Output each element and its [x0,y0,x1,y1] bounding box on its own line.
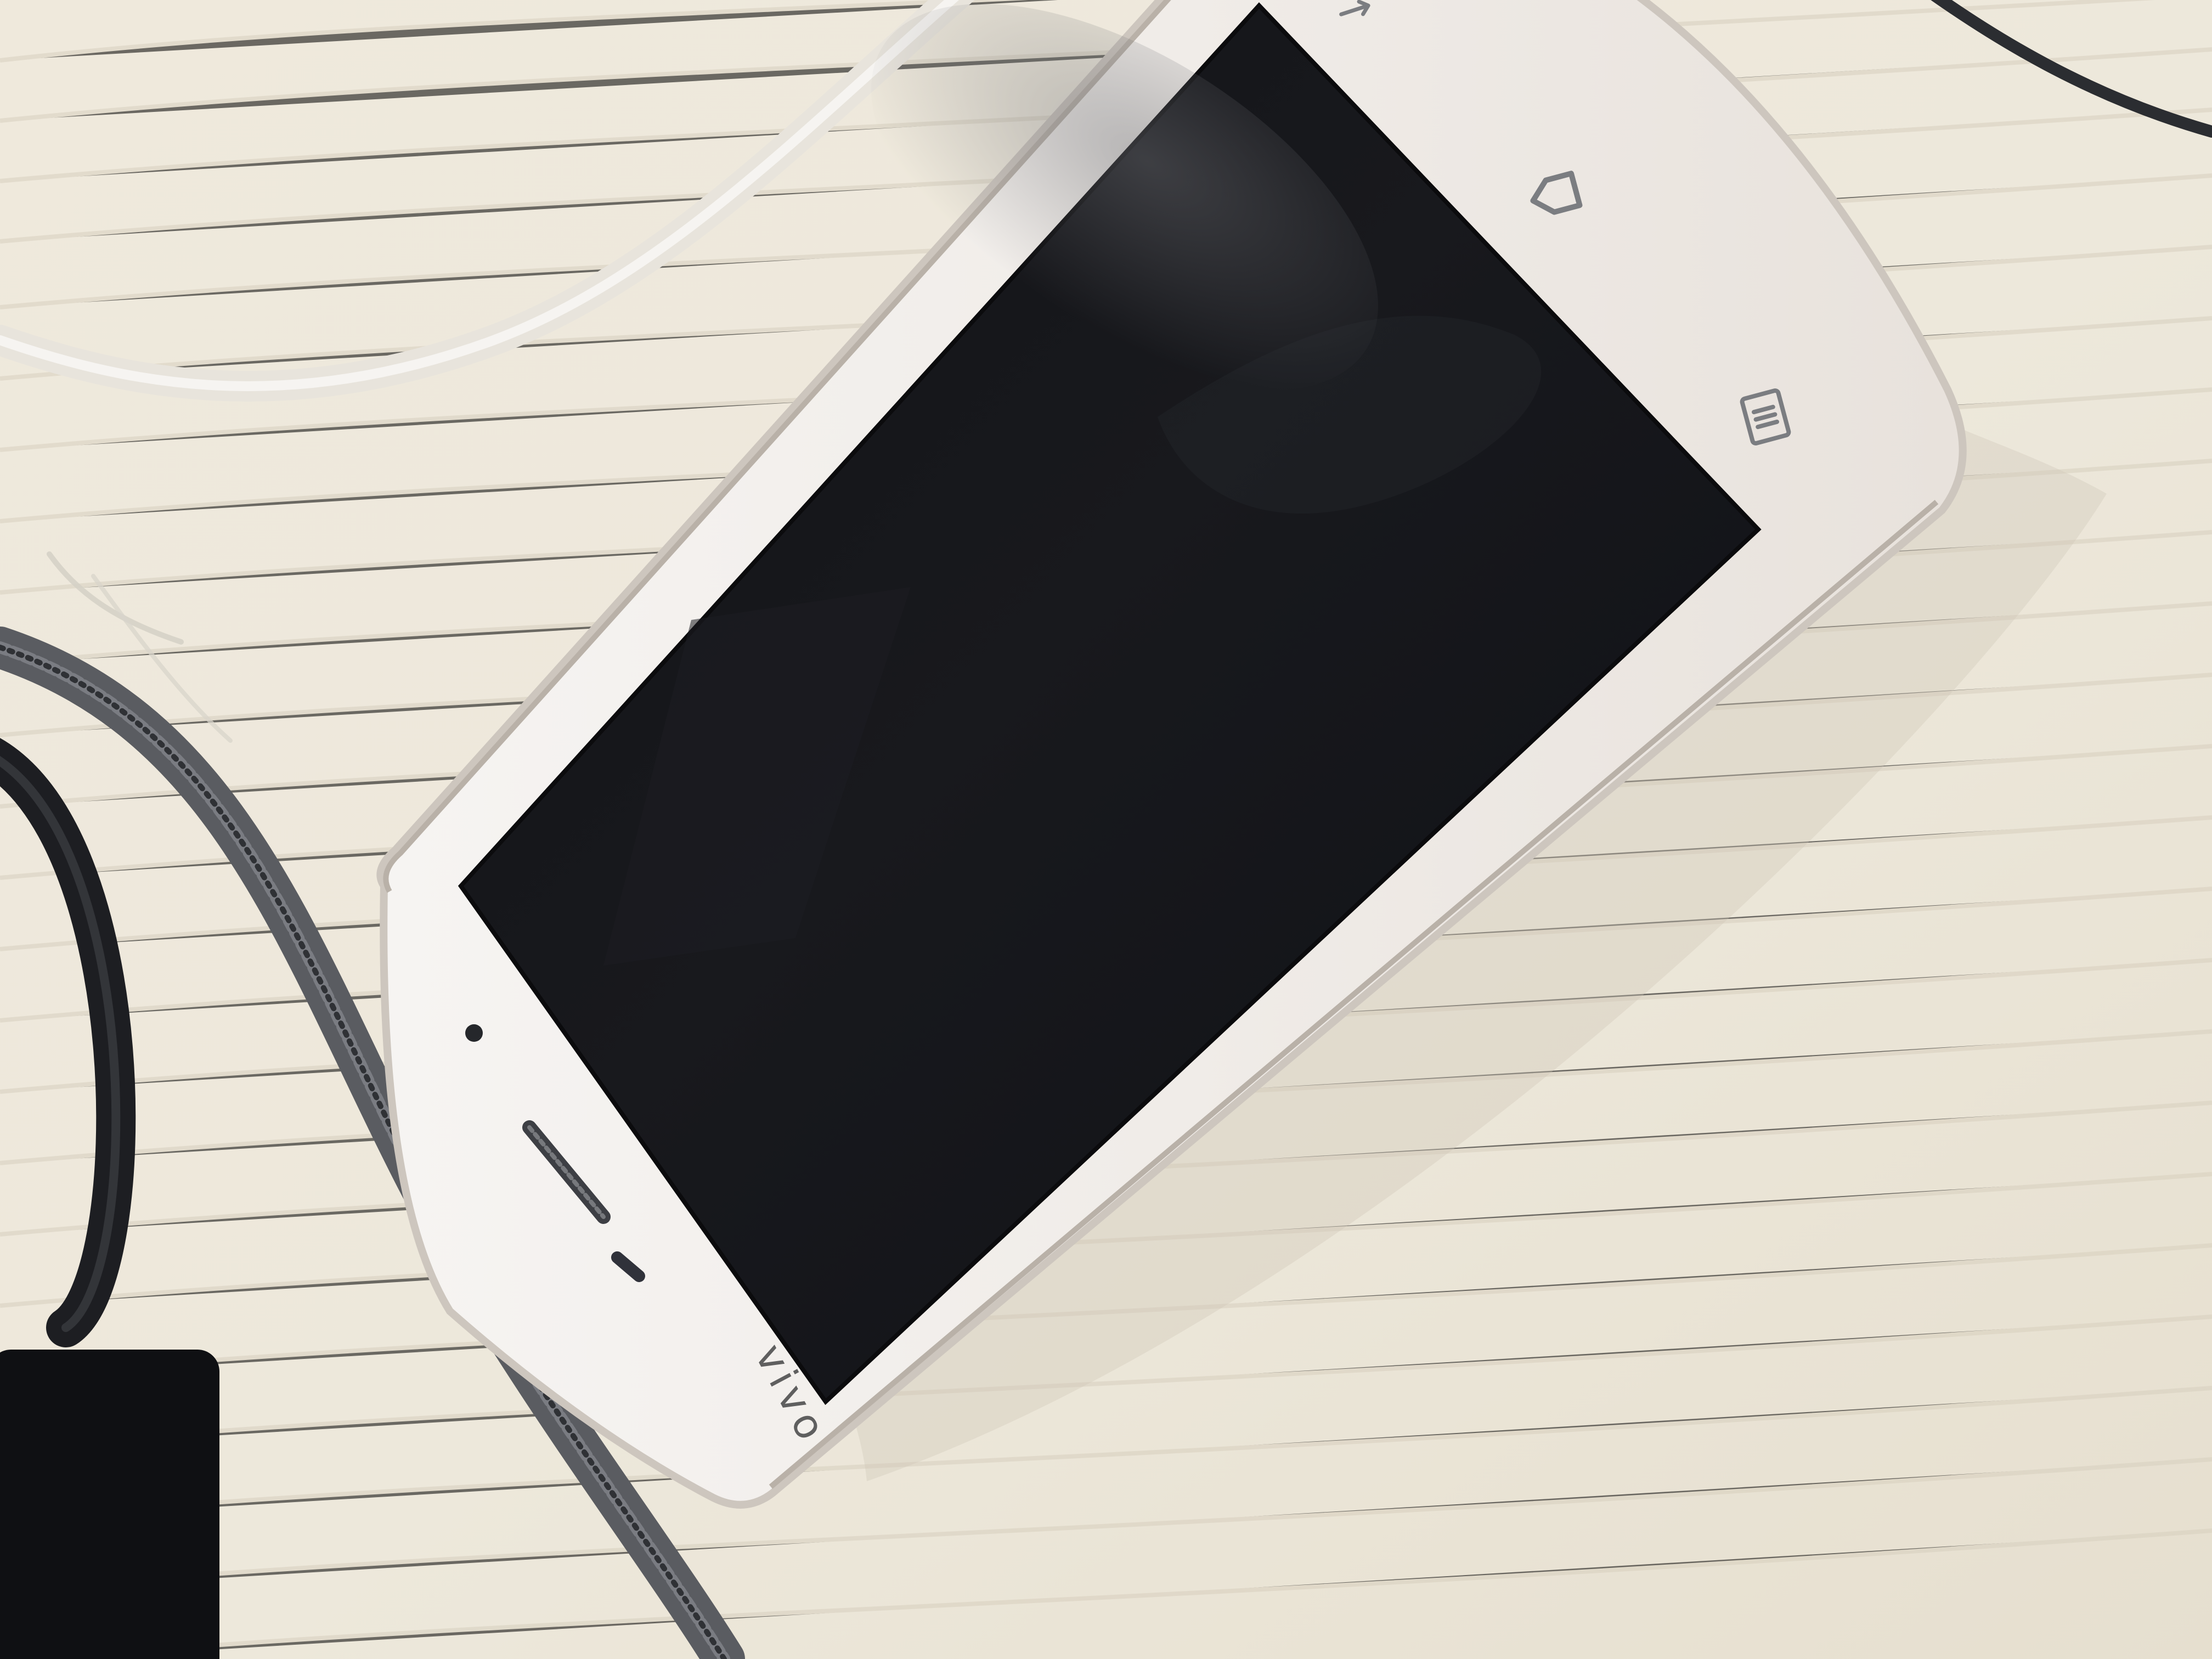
dark-object-bottom-left [0,1350,219,1659]
front-camera-icon [465,1024,483,1042]
photo-scene: vivo [0,0,2212,1659]
